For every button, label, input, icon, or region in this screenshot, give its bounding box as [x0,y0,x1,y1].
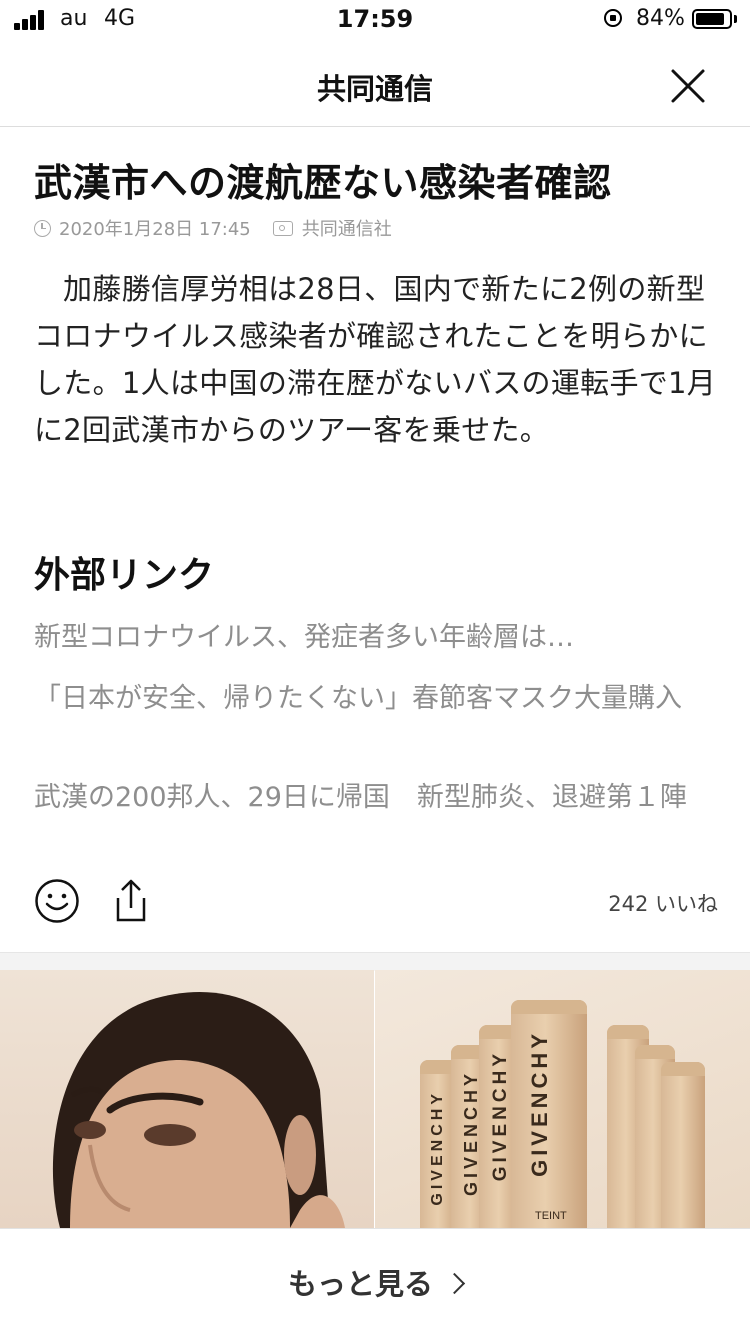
ad-brand-text: GIVENCHY [429,1090,446,1206]
section-divider [0,952,750,971]
article-meta: 2020年1月28日 17:45 共同通信社 [34,216,392,240]
article-date: 2020年1月28日 17:45 [59,219,251,240]
bottom-bar: もっと見る [0,1228,750,1335]
ad-banner[interactable]: GIVENCHY GIVENCHY GIVENCHY GIVENCHY TEIN… [0,970,750,1228]
external-links-heading: 外部リンク [34,555,215,596]
ad-product-photo: GIVENCHY GIVENCHY GIVENCHY GIVENCHY TEIN… [375,970,750,1228]
ad-brand-text: GIVENCHY [490,1050,511,1182]
external-link[interactable]: 武漢の200邦人、29日に帰国 新型肺炎、退避第１陣 [34,780,724,816]
see-more-label: もっと見る [287,1267,433,1301]
rotation-lock-icon [604,9,622,27]
nav-bar: 共同通信 [0,40,750,127]
see-more-button[interactable]: もっと見る [0,1261,750,1303]
external-link[interactable]: 「日本が安全、帰りたくない」春節客マスク大量購入 [34,681,724,717]
article-body: 加藤勝信厚労相は28日、国内で新たに2例の新型コロナウイルス感染者が確認されたこ… [34,272,717,447]
smile-icon[interactable] [34,878,80,924]
like-count[interactable]: 242 いいね [608,888,718,918]
battery-percent: 84% [636,6,685,31]
article-headline: 武漢市への渡航歴ない感染者確認 [34,161,612,205]
page-title: 共同通信 [316,72,433,106]
status-bar: au 4G 17:59 84% [0,0,750,40]
ad-model-photo [0,970,374,1228]
chevron-right-icon [443,1272,466,1295]
battery-icon [692,9,732,29]
share-icon[interactable] [110,878,152,924]
close-icon[interactable] [668,66,708,106]
ad-sub-text: TEINT [535,1210,567,1222]
camera-icon [272,220,293,236]
ad-brand-text: GIVENCHY [527,1030,552,1177]
clock-icon [34,219,51,237]
article-source[interactable]: 共同通信社 [302,215,392,241]
ad-brand-text: GIVENCHY [461,1070,481,1197]
external-link[interactable]: 新型コロナウイルス、発症者多い年齢層は… [34,620,724,656]
